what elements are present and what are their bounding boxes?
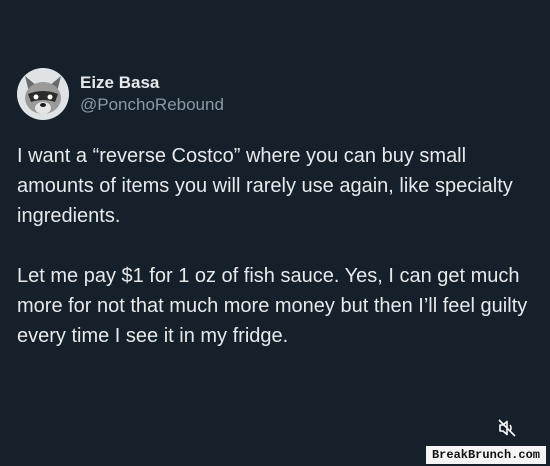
post-paragraph-1: I want a “reverse Costco” where you can … <box>17 145 519 227</box>
author-name[interactable]: Eize Basa <box>80 72 224 94</box>
post-screenshot: Eize Basa @PonchoRebound I want a “rever… <box>0 0 550 466</box>
site-watermark: BreakBrunch.com <box>425 446 546 464</box>
author-handle[interactable]: @PonchoRebound <box>80 94 224 116</box>
author-info: Eize Basa @PonchoRebound <box>80 72 224 116</box>
speaker-muted-icon <box>498 419 516 437</box>
post-header: Eize Basa @PonchoRebound <box>17 68 224 120</box>
mute-button[interactable] <box>497 418 517 438</box>
post-text: I want a “reverse Costco” where you can … <box>17 141 537 351</box>
avatar[interactable] <box>17 68 69 120</box>
raccoon-avatar-icon <box>17 68 69 120</box>
post-paragraph-2: Let me pay $1 for 1 oz of fish sauce. Ye… <box>17 265 533 347</box>
